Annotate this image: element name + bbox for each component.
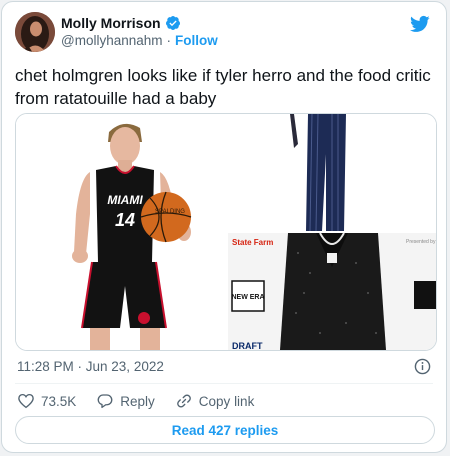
media-image-trousers[interactable] [228, 114, 436, 232]
jersey-team-text: MIAMI [107, 193, 143, 207]
tweet-media[interactable]: MIAMI 14 SPALDING State Farm Presented b… [15, 113, 437, 351]
heart-icon [18, 393, 34, 409]
info-icon[interactable] [414, 358, 431, 375]
divider [15, 383, 433, 384]
twitter-bird-icon[interactable] [409, 14, 431, 34]
reply-icon [97, 394, 113, 409]
link-icon [176, 394, 191, 408]
reply-label: Reply [120, 393, 155, 409]
author-avatar[interactable] [15, 12, 55, 52]
handle-separator: · [166, 33, 172, 48]
tweet-card: Molly Morrison @mollyhannahm · Follow ch… [1, 1, 447, 453]
like-count: 73.5K [41, 393, 77, 409]
backdrop-brand-text: NEW ERA [231, 294, 264, 301]
backdrop-sponsor-text: State Farm [232, 238, 273, 247]
author-name[interactable]: Molly Morrison [61, 15, 161, 31]
tweet-text: chet holmgren looks like if tyler herro … [15, 66, 431, 108]
tweet-timestamp[interactable]: 11:28 PM · Jun 23, 2022 [17, 359, 164, 374]
media-image-draft[interactable]: State Farm Presented by NEW ERA DRAFT [228, 232, 436, 350]
ball-brand-text: SPALDING [155, 209, 185, 215]
verified-badge-icon [165, 16, 180, 30]
author-handle[interactable]: @mollyhannahm [61, 33, 163, 48]
backdrop-presented-text: Presented by [406, 239, 436, 245]
copy-link-label: Copy link [198, 393, 255, 409]
backdrop-draft-text: DRAFT [232, 341, 263, 350]
jersey-number-text: 14 [115, 210, 135, 230]
read-replies-button[interactable]: Read 427 replies [15, 416, 435, 444]
like-button[interactable]: 73.5K [17, 392, 76, 410]
follow-link[interactable]: Follow [175, 33, 218, 48]
media-image-player[interactable]: MIAMI 14 SPALDING [16, 114, 226, 350]
copy-link-button[interactable]: Copy link [175, 392, 255, 410]
reply-button[interactable]: Reply [96, 392, 155, 410]
